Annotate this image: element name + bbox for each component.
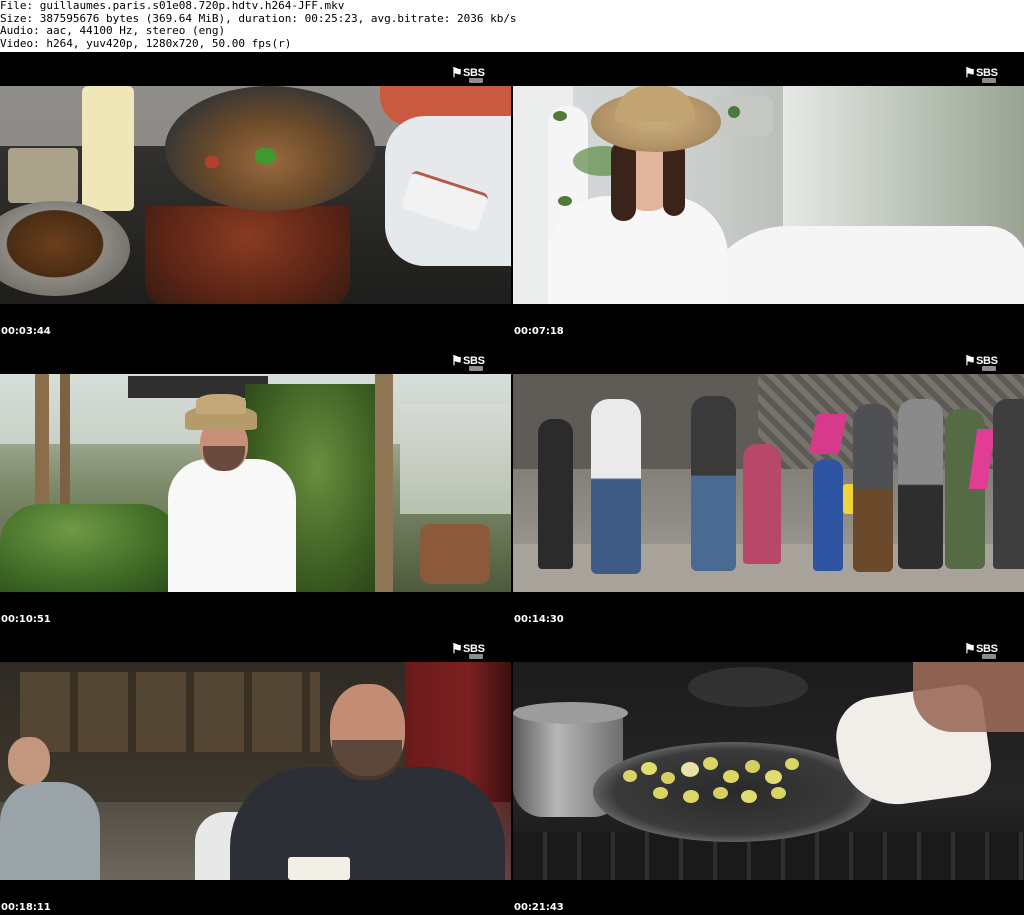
video-frame-woman-hat <box>513 86 1024 304</box>
thumbnail-cell: ⚑ SBS 00:10:51 <box>0 340 511 627</box>
sbs-logo: ⚑ SBS <box>964 66 1004 84</box>
sbs-logo-sub-icon <box>469 78 483 83</box>
sbs-logo: ⚑ SBS <box>451 354 491 372</box>
file-info-header: File: guillaumes.paris.s01e08.720p.hdtv.… <box>0 0 1024 52</box>
timestamp-label: 00:10:51 <box>1 614 51 625</box>
file-size-line: Size: 387595676 bytes (369.64 MiB), dura… <box>0 12 517 25</box>
video-frame-restaurant <box>0 662 511 880</box>
sbs-logo-mark-icon: ⚑ <box>451 641 463 656</box>
thumbnail-cell: ⚑ SBS 00:18:11 <box>0 628 511 915</box>
video-info-line: Video: h264, yuv420p, 1280x720, 50.00 fp… <box>0 37 292 50</box>
thumbnail-cell: ⚑ SBS 00:14:30 <box>513 340 1024 627</box>
timestamp-label: 00:18:11 <box>1 902 51 913</box>
thumbnail-cell: ⚑ SBS 00:07:18 <box>513 52 1024 339</box>
sbs-logo: ⚑ SBS <box>964 354 1004 372</box>
sbs-logo-sub-icon <box>982 78 996 83</box>
video-frame-crowd <box>513 374 1024 592</box>
sbs-logo-sub-icon <box>982 654 996 659</box>
sbs-logo: ⚑ SBS <box>964 642 1004 660</box>
sbs-logo-mark-icon: ⚑ <box>451 65 463 80</box>
video-frame-chef-garden <box>0 374 511 592</box>
timestamp-label: 00:14:30 <box>514 614 564 625</box>
timestamp-label: 00:03:44 <box>1 326 51 337</box>
file-name-line: File: guillaumes.paris.s01e08.720p.hdtv.… <box>0 0 345 12</box>
video-frame-wok <box>0 86 511 304</box>
sbs-logo-sub-icon <box>982 366 996 371</box>
sbs-logo: ⚑ SBS <box>451 66 491 84</box>
sbs-logo-mark-icon: ⚑ <box>451 353 463 368</box>
sbs-logo-sub-icon <box>469 654 483 659</box>
audio-info-line: Audio: aac, 44100 Hz, stereo (eng) <box>0 25 226 37</box>
timestamp-label: 00:21:43 <box>514 902 564 913</box>
sbs-logo-mark-icon: ⚑ <box>964 65 976 80</box>
thumbnail-cell: ⚑ SBS 00:21:43 <box>513 628 1024 915</box>
sbs-logo-mark-icon: ⚑ <box>964 641 976 656</box>
sbs-logo-sub-icon <box>469 366 483 371</box>
timestamp-label: 00:07:18 <box>514 326 564 337</box>
sbs-logo: ⚑ SBS <box>451 642 491 660</box>
thumbnail-sheet: ⚑ SBS 00:03:44 ⚑ SBS 00:07:18 ⚑ SBS 00:1… <box>0 52 1024 915</box>
thumbnail-cell: ⚑ SBS 00:03:44 <box>0 52 511 339</box>
sbs-logo-mark-icon: ⚑ <box>964 353 976 368</box>
video-frame-potatoes-pan <box>513 662 1024 880</box>
